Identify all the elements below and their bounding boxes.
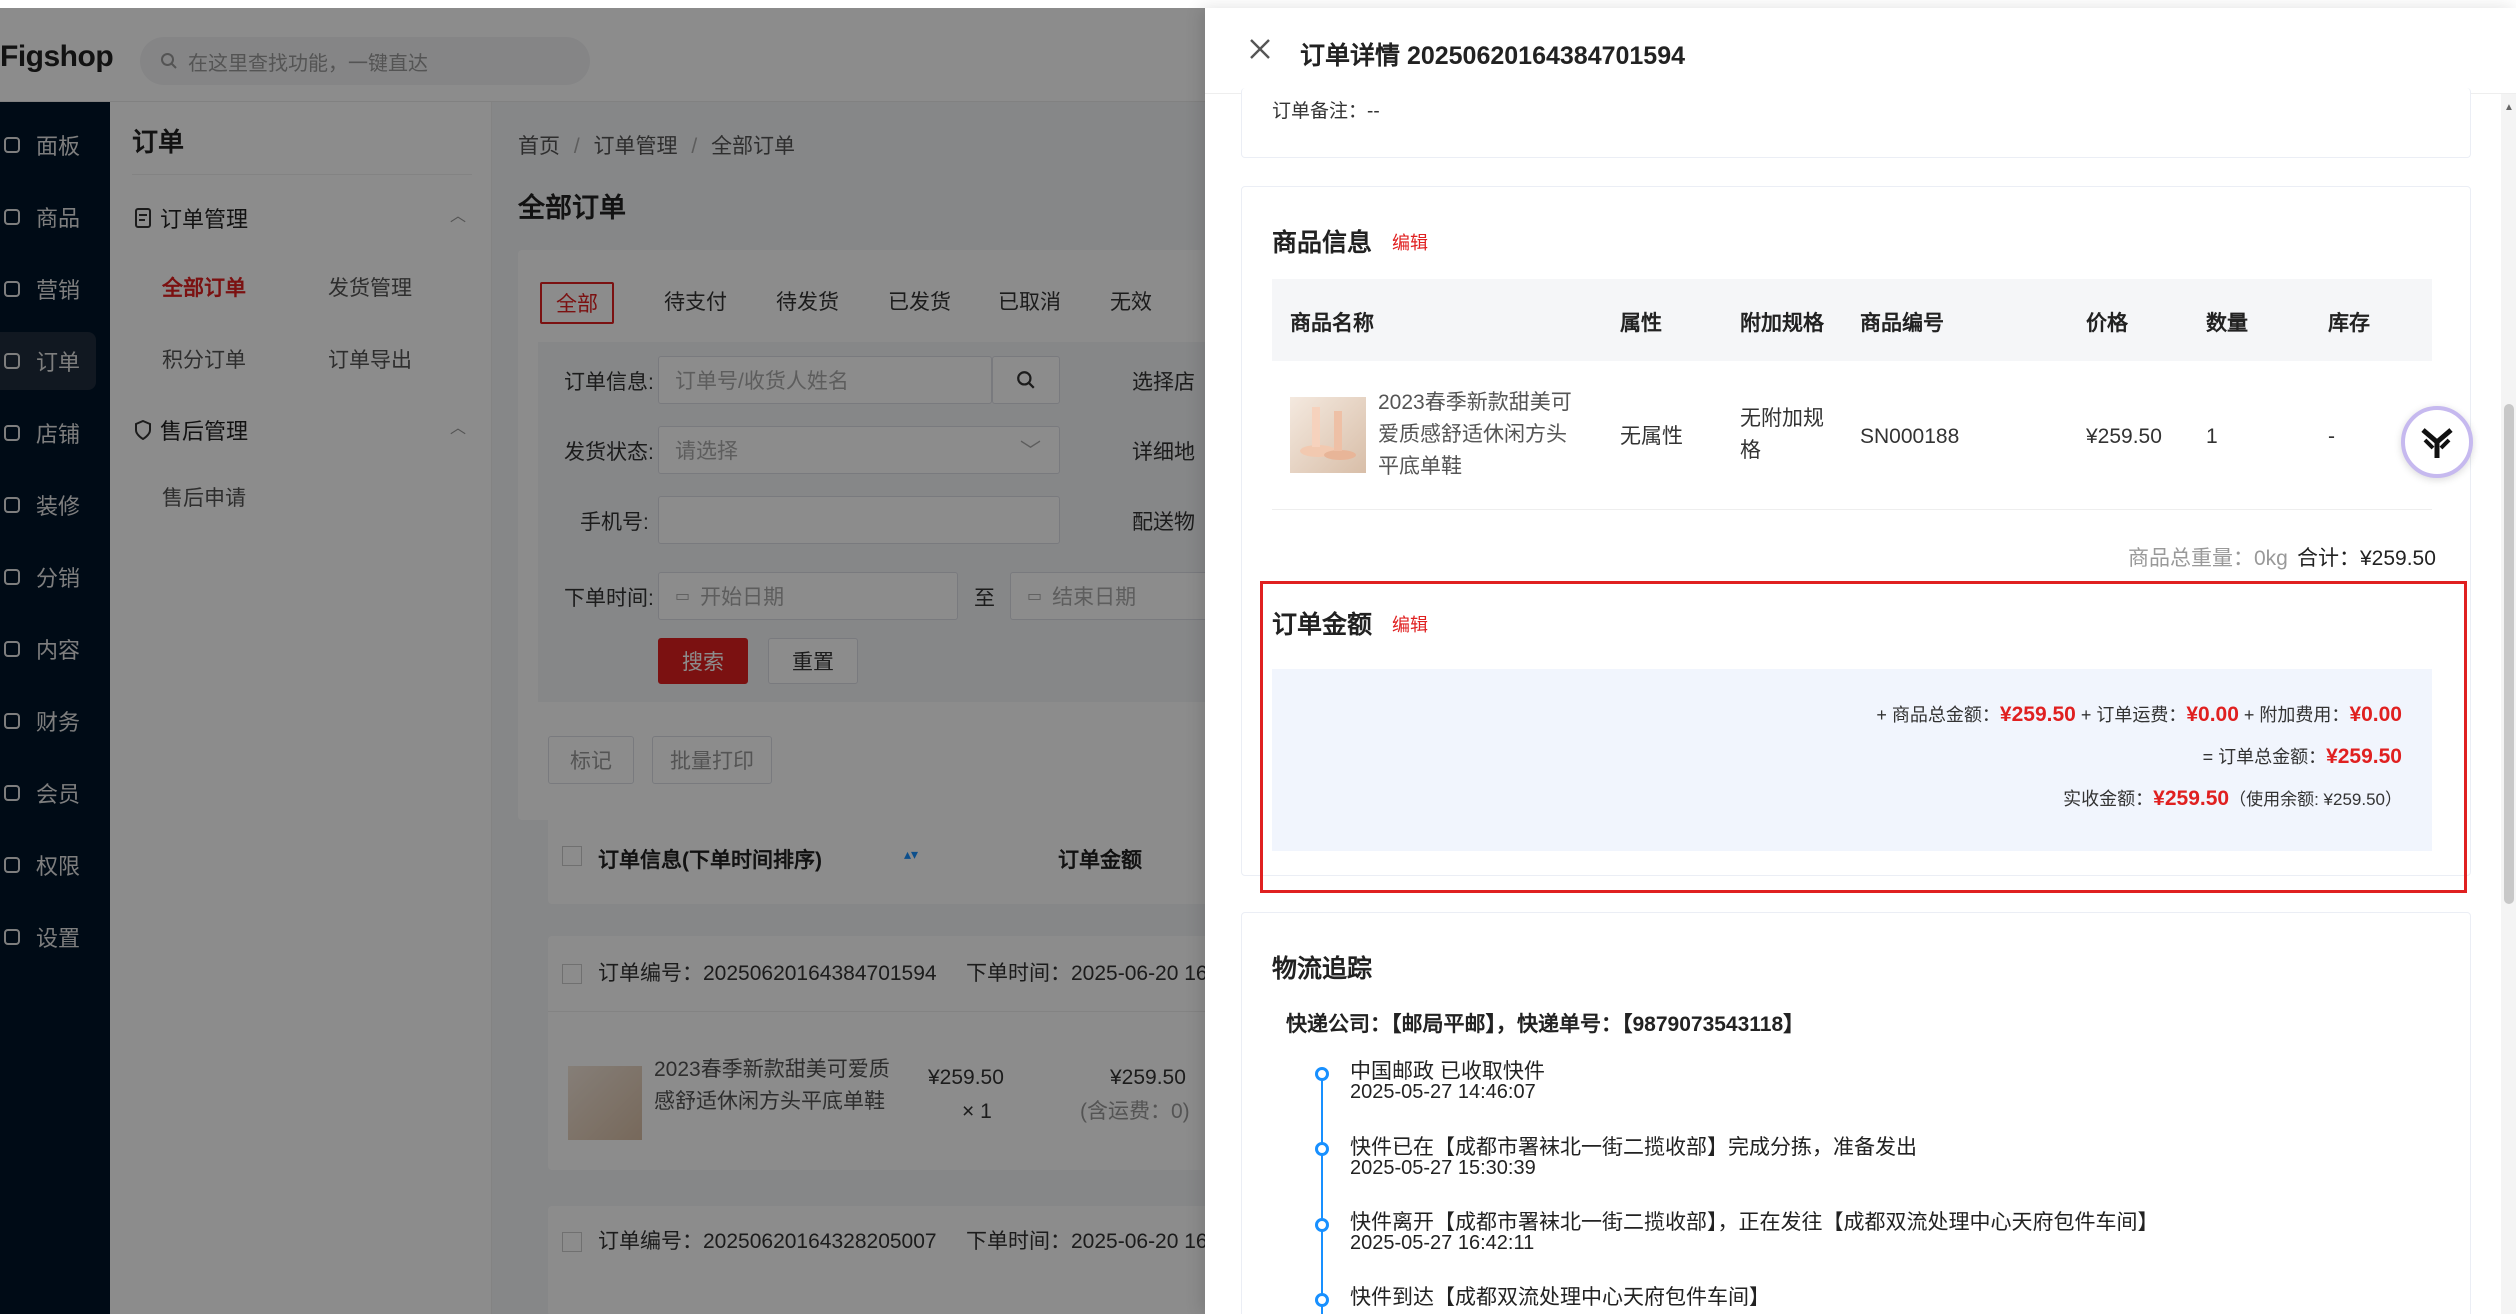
goods-qty: 1	[2206, 425, 2218, 448]
goods-attr: 无属性	[1620, 425, 1683, 448]
assistant-icon	[2421, 428, 2453, 458]
goods-name-line-3: 平底单鞋	[1378, 455, 1462, 478]
logistics-card: 物流追踪 快递公司：【邮局平邮】，快递单号：【9879073543118】 中国…	[1241, 912, 2471, 1314]
goods-edit-link[interactable]: 编辑	[1392, 229, 1428, 255]
th-attr: 属性	[1620, 312, 1662, 335]
goods-name-line-1: 2023春季新款甜美可	[1378, 391, 1572, 414]
goods-extra-line-1: 无附加规	[1740, 407, 1824, 430]
product-thumbnail	[1290, 397, 1366, 473]
remark-card: 订单备注：--	[1241, 88, 2471, 158]
logistics-title: 物流追踪	[1272, 955, 1373, 983]
event-text: 快件到达【成都双流处理中心天府包件车间】	[1350, 1286, 1770, 1309]
event-time: 2025-05-27 16:42:11	[1350, 1232, 1535, 1254]
assistant-button[interactable]	[2401, 406, 2473, 478]
modal-overlay[interactable]	[0, 8, 1205, 1314]
timeline-dot	[1315, 1293, 1329, 1307]
order-detail-drawer: 订单详情 20250620164384701594 订单备注：-- 商品信息 编…	[1205, 8, 2516, 1314]
event-time: 2025-05-27 14:46:07	[1350, 1081, 1536, 1103]
goods-weight: 商品总重量：0kg	[2128, 547, 2288, 570]
drawer-scrollbar[interactable]: ▲	[2501, 94, 2516, 1314]
th-sku: 商品编号	[1860, 312, 1944, 335]
th-qty: 数量	[2206, 312, 2248, 335]
drawer-title: 订单详情 20250620164384701594	[1300, 42, 1686, 70]
goods-table-header	[1272, 279, 2432, 361]
goods-sku: SN000188	[1860, 425, 1960, 448]
th-price: 价格	[2086, 312, 2128, 335]
goods-extra-line-2: 格	[1740, 439, 1761, 462]
goods-title: 商品信息	[1272, 229, 1373, 257]
drawer-header: 订单详情 20250620164384701594	[1205, 8, 2516, 94]
goods-total: 合计：¥259.50	[2297, 547, 2436, 570]
goods-name-line-2: 爱质感舒适休闲方头	[1378, 423, 1567, 446]
event-time: 2025-05-27 15:30:39	[1350, 1157, 1536, 1179]
goods-stock: -	[2328, 425, 2335, 448]
th-extra: 附加规格	[1740, 312, 1824, 335]
goods-price: ¥259.50	[2086, 425, 2162, 448]
scroll-up-arrow[interactable]: ▲	[2504, 102, 2514, 113]
highlight-box	[1260, 581, 2467, 893]
timeline-dot	[1315, 1142, 1329, 1156]
th-name: 商品名称	[1290, 312, 1374, 335]
shoe-image	[1300, 407, 1356, 460]
timeline-line	[1321, 1073, 1323, 1314]
th-stock: 库存	[2328, 312, 2370, 335]
goods-divider	[1272, 509, 2432, 510]
app-root: Figshop 在这里查找功能，一键直达 面板 商品 营销 订单 店铺 装修 分销 内容 财务会…	[0, 0, 2516, 1314]
timeline-dot	[1315, 1067, 1329, 1081]
scroll-thumb[interactable]	[2504, 404, 2514, 904]
close-icon[interactable]	[1245, 34, 1275, 64]
order-remark: 订单备注：--	[1272, 101, 1380, 122]
courier-info: 快递公司：【邮局平邮】，快递单号：【9879073543118】	[1286, 1013, 1805, 1036]
timeline-dot	[1315, 1218, 1329, 1232]
